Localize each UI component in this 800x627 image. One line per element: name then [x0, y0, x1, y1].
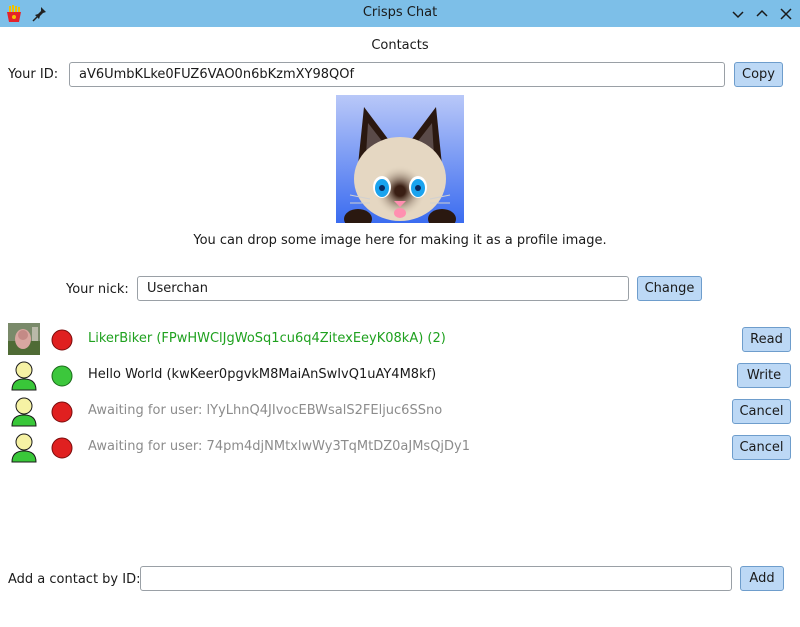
close-icon[interactable]	[775, 3, 797, 25]
id-label: Your ID:	[8, 67, 59, 82]
list-item: Hello World (kwKeer0pgvkM8MaiAnSwIvQ1uAY…	[0, 359, 800, 393]
status-offline-icon	[51, 329, 73, 351]
contact-name[interactable]: LikerBiker (FPwHWClJgWoSq1cu6q4ZitexEeyK…	[88, 331, 446, 346]
change-button[interactable]: Change	[637, 276, 702, 301]
read-button[interactable]: Read	[742, 327, 791, 352]
section-title: Contacts	[371, 38, 429, 53]
add-contact-input[interactable]	[140, 566, 732, 591]
id-field[interactable]: aV6UmbKLke0FUZ6VAO0n6bKzmXY98QOf	[69, 62, 725, 87]
write-button[interactable]: Write	[737, 363, 791, 388]
user-icon	[8, 395, 40, 427]
list-item: LikerBiker (FPwHWClJgWoSq1cu6q4ZitexEeyK…	[0, 323, 800, 357]
copy-button[interactable]: Copy	[734, 62, 783, 87]
list-item: Awaiting for user: lYyLhnQ4JIvocEBWsalS2…	[0, 395, 800, 429]
user-icon	[8, 431, 40, 463]
drop-hint: You can drop some image here for making …	[193, 233, 607, 248]
status-offline-icon	[51, 401, 73, 423]
maximize-icon[interactable]	[751, 3, 773, 25]
contact-name[interactable]: Hello World (kwKeer0pgvkM8MaiAnSwIvQ1uAY…	[88, 367, 436, 382]
list-item: Awaiting for user: 74pm4djNMtxlwWy3TqMtD…	[0, 431, 800, 465]
cancel-button[interactable]: Cancel	[732, 435, 791, 460]
user-icon	[8, 359, 40, 391]
nick-label: Your nick:	[66, 282, 129, 297]
contact-name[interactable]: Awaiting for user: lYyLhnQ4JIvocEBWsalS2…	[88, 403, 442, 418]
add-button[interactable]: Add	[740, 566, 784, 591]
contact-name[interactable]: Awaiting for user: 74pm4djNMtxlwWy3TqMtD…	[88, 439, 470, 454]
add-contact-label: Add a contact by ID:	[8, 572, 141, 587]
nick-field[interactable]: Userchan	[137, 276, 629, 301]
title-bar: Crisps Chat	[0, 0, 800, 27]
window-title: Crisps Chat	[362, 5, 438, 20]
contact-photo	[8, 323, 40, 355]
minimize-icon[interactable]	[727, 3, 749, 25]
status-online-icon	[51, 365, 73, 387]
cancel-button[interactable]: Cancel	[732, 399, 791, 424]
status-offline-icon	[51, 437, 73, 459]
profile-image[interactable]	[336, 95, 464, 229]
